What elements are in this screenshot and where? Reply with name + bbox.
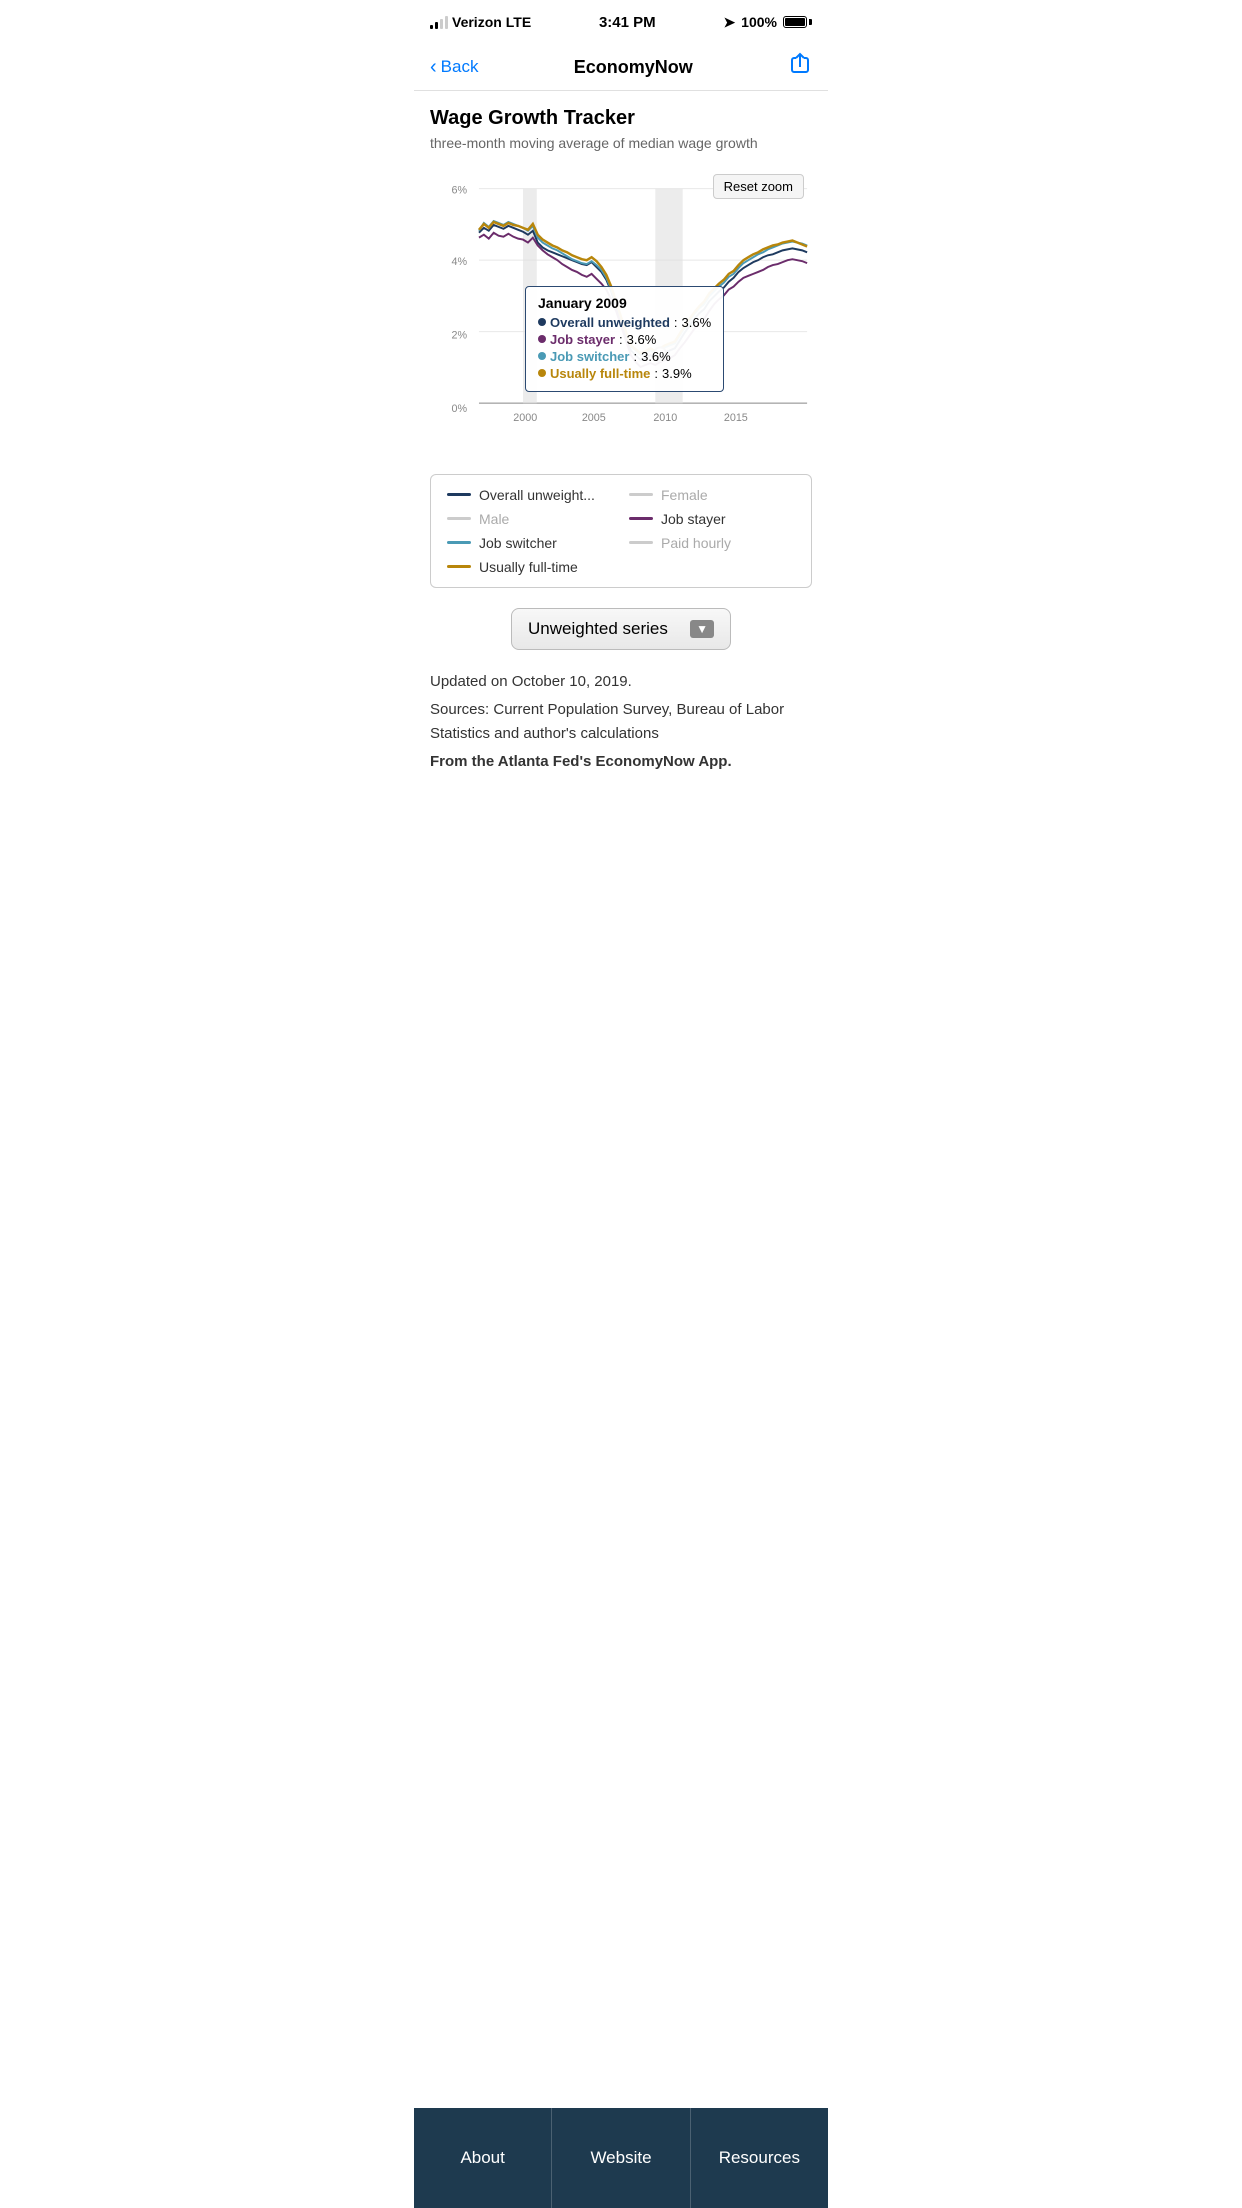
- legend-line-job-switcher: [447, 541, 471, 544]
- legend-line-usually-fulltime: [447, 565, 471, 568]
- legend-line-job-stayer: [629, 517, 653, 520]
- attribution-text: From the Atlanta Fed's EconomyNow App.: [430, 750, 812, 774]
- series-dropdown[interactable]: Unweighted series ▼: [511, 608, 731, 650]
- legend-label-overall: Overall unweight...: [479, 487, 595, 503]
- legend-item-overall[interactable]: Overall unweight...: [447, 487, 613, 503]
- network-label: LTE: [506, 14, 531, 30]
- tab-resources[interactable]: Resources: [691, 2108, 828, 2208]
- share-button[interactable]: [788, 52, 812, 82]
- switcher-dot: [538, 352, 546, 360]
- switcher-value: 3.6%: [641, 349, 671, 364]
- signal-bars: [430, 15, 448, 29]
- svg-text:2005: 2005: [582, 411, 606, 423]
- tab-website-label: Website: [590, 2148, 651, 2168]
- updated-text: Updated on October 10, 2019.: [430, 670, 812, 694]
- chart-legend: Overall unweight... Female Male Job stay…: [430, 474, 812, 588]
- signal-bar-2: [435, 22, 438, 29]
- switcher-colon: :: [633, 349, 637, 364]
- legend-label-usually-fulltime: Usually full-time: [479, 559, 578, 575]
- page-title: EconomyNow: [574, 57, 693, 78]
- signal-bar-1: [430, 25, 433, 29]
- tooltip-row-overall: Overall unweighted: 3.6%: [538, 315, 711, 330]
- reset-zoom-button[interactable]: Reset zoom: [713, 174, 804, 199]
- dropdown-container: Unweighted series ▼: [430, 608, 812, 650]
- overall-value: 3.6%: [682, 315, 712, 330]
- dropdown-label: Unweighted series: [528, 619, 668, 639]
- fulltime-dot: [538, 369, 546, 377]
- status-left: Verizon LTE: [430, 14, 531, 30]
- main-content: Wage Growth Tracker three-month moving a…: [414, 91, 828, 904]
- stayer-label: Job stayer: [550, 332, 615, 347]
- stayer-dot: [538, 335, 546, 343]
- carrier-label: Verizon: [452, 14, 502, 30]
- legend-item-job-stayer[interactable]: Job stayer: [629, 511, 795, 527]
- nav-bar: ‹ Back EconomyNow: [414, 44, 828, 91]
- tooltip-row-switcher: Job switcher: 3.6%: [538, 349, 711, 364]
- svg-text:0%: 0%: [452, 403, 468, 415]
- tab-bar: About Website Resources: [414, 2108, 828, 2208]
- back-label: Back: [441, 57, 479, 77]
- legend-item-female[interactable]: Female: [629, 487, 795, 503]
- overall-label: Overall unweighted: [550, 315, 670, 330]
- chart-container: Reset zoom 6% 4% 2% 0% 2000 2005 2010 20…: [430, 166, 812, 466]
- switcher-label: Job switcher: [550, 349, 629, 364]
- signal-bar-3: [440, 19, 443, 29]
- sources-text: Sources: Current Population Survey, Bure…: [430, 698, 812, 746]
- legend-label-female: Female: [661, 487, 708, 503]
- dropdown-arrow-icon: ▼: [690, 620, 714, 638]
- tooltip-row-fulltime: Usually full-time: 3.9%: [538, 366, 711, 381]
- tooltip-row-stayer: Job stayer: 3.6%: [538, 332, 711, 347]
- status-right: ➤ 100%: [723, 14, 812, 31]
- location-icon: ➤: [723, 14, 735, 31]
- legend-label-job-stayer: Job stayer: [661, 511, 726, 527]
- legend-label-job-switcher: Job switcher: [479, 535, 557, 551]
- status-bar: Verizon LTE 3:41 PM ➤ 100%: [414, 0, 828, 44]
- back-chevron-icon: ‹: [430, 56, 437, 79]
- chart-subtitle: three-month moving average of median wag…: [430, 134, 812, 154]
- fulltime-value: 3.9%: [662, 366, 692, 381]
- battery-indicator: [783, 16, 812, 28]
- legend-label-male: Male: [479, 511, 509, 527]
- overall-dot: [538, 318, 546, 326]
- legend-item-usually-fulltime[interactable]: Usually full-time: [447, 559, 613, 575]
- legend-line-overall: [447, 493, 471, 496]
- svg-text:2010: 2010: [653, 411, 677, 423]
- tab-about-label: About: [460, 2148, 504, 2168]
- legend-line-paid-hourly: [629, 541, 653, 544]
- signal-bar-4: [445, 16, 448, 29]
- tooltip-date: January 2009: [538, 295, 711, 311]
- tab-website[interactable]: Website: [552, 2108, 690, 2208]
- stayer-value: 3.6%: [627, 332, 657, 347]
- chart-title: Wage Growth Tracker: [430, 107, 812, 130]
- svg-text:2015: 2015: [724, 411, 748, 423]
- overall-colon: :: [674, 315, 678, 330]
- status-time: 3:41 PM: [599, 14, 656, 31]
- chart-tooltip: January 2009 Overall unweighted: 3.6% Jo…: [525, 286, 724, 392]
- legend-line-female: [629, 493, 653, 496]
- stayer-colon: :: [619, 332, 623, 347]
- fulltime-label: Usually full-time: [550, 366, 650, 381]
- back-button[interactable]: ‹ Back: [430, 56, 478, 79]
- svg-text:6%: 6%: [452, 184, 468, 196]
- tab-resources-label: Resources: [719, 2148, 800, 2168]
- battery-percentage: 100%: [741, 14, 777, 30]
- svg-text:4%: 4%: [452, 256, 468, 268]
- svg-text:2000: 2000: [513, 411, 537, 423]
- legend-label-paid-hourly: Paid hourly: [661, 535, 731, 551]
- svg-text:2%: 2%: [452, 329, 468, 341]
- legend-item-male[interactable]: Male: [447, 511, 613, 527]
- tab-about[interactable]: About: [414, 2108, 552, 2208]
- legend-line-male: [447, 517, 471, 520]
- legend-item-job-switcher[interactable]: Job switcher: [447, 535, 613, 551]
- legend-item-paid-hourly[interactable]: Paid hourly: [629, 535, 795, 551]
- bottom-spacer: [430, 778, 812, 888]
- fulltime-colon: :: [654, 366, 658, 381]
